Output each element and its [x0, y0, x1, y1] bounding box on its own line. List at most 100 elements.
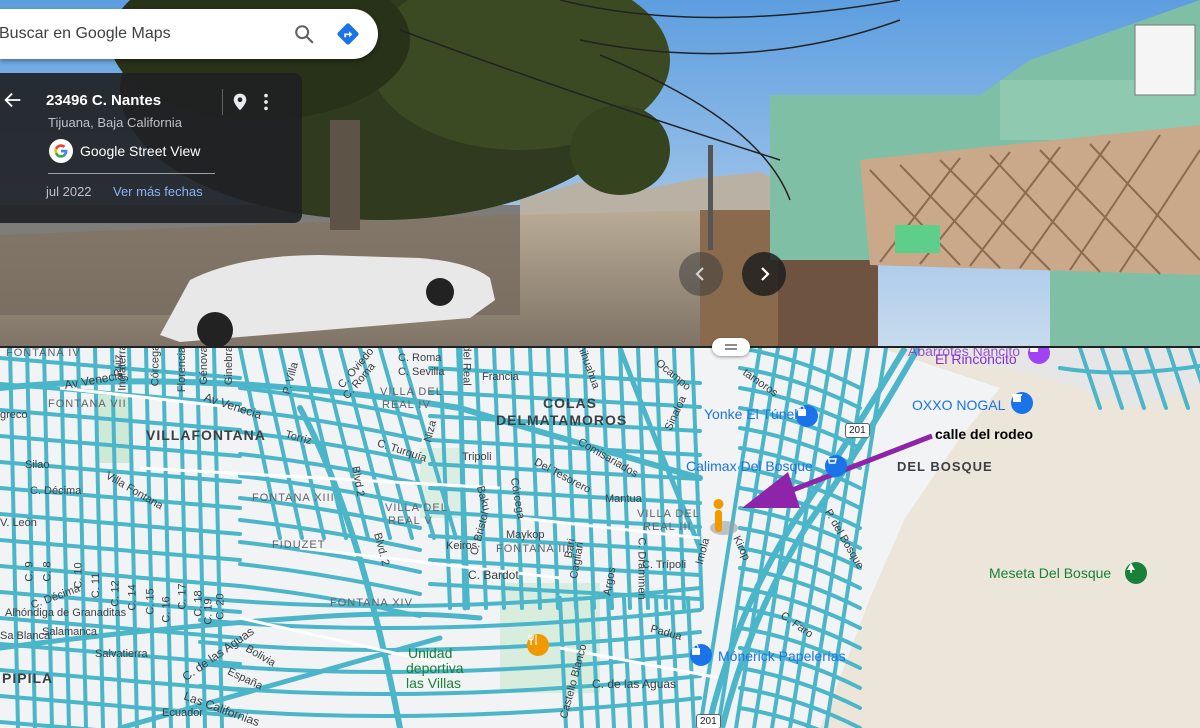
street-view-source: Google Street View [80, 143, 201, 159]
poi-label-monerick[interactable]: Mónerick Papelerías [718, 649, 846, 663]
tree-icon[interactable] [1125, 562, 1147, 584]
area-label: DEL BOSQUE [897, 459, 993, 474]
street-view-panorama[interactable]: 23496 C. Nantes Tijuana, Baja California… [0, 0, 1200, 346]
road-label: Génova [197, 348, 210, 385]
road-label: C. 16 [160, 596, 173, 623]
road-label: Salvatierra [95, 648, 148, 660]
road-label: C. 10 [72, 562, 85, 589]
area-label: FONTANA XIII [252, 492, 335, 504]
back-button[interactable] [2, 89, 24, 116]
street-segment [198, 696, 702, 718]
search-button[interactable] [282, 12, 326, 56]
road-label: C. Bardot [468, 568, 519, 582]
street-segment [670, 596, 680, 728]
road-label: C. Trípoli [642, 559, 687, 571]
area-label: DELMATAMOROS [496, 412, 628, 428]
road-label: Ecuador [162, 707, 203, 719]
area-label: VILLA DEL [385, 502, 448, 514]
more-vert-icon [264, 93, 268, 111]
poi-label-rinconcito[interactable]: El Rinconcito [935, 352, 1017, 366]
store-icon[interactable] [1011, 392, 1033, 414]
road-label: Córcega [149, 348, 162, 387]
area-label: FONTANA III [496, 543, 571, 555]
arrow-back-icon [4, 92, 21, 108]
road-label: C. 14 [126, 584, 139, 611]
road-label: C. de las Aguas [592, 677, 677, 691]
area-label: COLAS [543, 395, 597, 411]
road-label: C. 19 [202, 598, 215, 625]
road-label: C. Décima [30, 485, 82, 497]
poi-label-calimax[interactable]: Calimax Del Bosque [686, 459, 813, 473]
chevron-left-icon [695, 267, 704, 281]
divider-line [48, 173, 215, 174]
street-segment [654, 596, 664, 728]
road-label: C. Sevilla [398, 366, 445, 378]
area-label: FIDUZET [272, 539, 326, 551]
road-label: C. Drammen [635, 537, 648, 600]
area-label: FONTANA VII [48, 398, 127, 410]
road-label: C. 15 [144, 588, 157, 615]
road-label: C. 20 [214, 593, 227, 620]
road-label: Maykop [506, 529, 545, 541]
road-label: Ruiz [112, 354, 125, 377]
road-label: C. 11 [90, 572, 103, 599]
poi-label-meseta[interactable]: Meseta Del Bosque [989, 565, 1111, 581]
road-label: V. León [0, 517, 37, 529]
road-label: C. Roma [398, 352, 442, 364]
area-label: PIPILA [2, 670, 54, 686]
road-label: del Real [460, 348, 473, 386]
more-options-button[interactable] [258, 91, 274, 118]
search-input[interactable] [0, 25, 282, 43]
road-label: Florencia [176, 348, 189, 393]
divider [222, 89, 223, 115]
road-label: C. 12 [109, 580, 122, 607]
search-icon [295, 25, 314, 44]
road-label: Salamanca [42, 626, 98, 638]
street-segment [528, 348, 542, 610]
next-view-button[interactable] [742, 252, 786, 296]
google-logo-icon [49, 139, 73, 163]
road-label: Silao [25, 459, 50, 471]
cart-icon[interactable] [825, 455, 847, 477]
area-label: FONTANA XIV [330, 597, 413, 609]
street-segment [457, 348, 468, 611]
area-label: REAL III [643, 521, 692, 533]
drag-handle-icon [725, 344, 737, 350]
road-label: Tripoli [462, 451, 492, 463]
road-label: Francia [482, 371, 519, 383]
highway-shield: 201 [696, 714, 721, 728]
area-label: VILLA DEL [637, 508, 700, 520]
previous-view-button[interactable] [679, 252, 723, 296]
shopping-bag-icon[interactable] [796, 405, 818, 427]
capture-date: jul 2022 [46, 184, 92, 199]
road-label: Ginebra [223, 348, 236, 386]
street-segment [144, 348, 156, 728]
road-label: C. 17 [176, 583, 189, 610]
road-label: Alhóndiga de Granaditas [5, 607, 127, 619]
road-label: Mantua [605, 493, 642, 505]
poi-label-oxxo[interactable]: OXXO NOGAL [912, 398, 1005, 412]
see-more-dates-link[interactable]: Ver más fechas [113, 184, 203, 199]
location-pin-icon [233, 93, 247, 111]
road-label: C. 8 [41, 561, 54, 582]
chevron-right-icon [761, 267, 770, 281]
shopping-bag-icon[interactable] [690, 644, 712, 666]
map-view[interactable]: VILLAFONTANA COLAS DELMATAMOROS DEL BOSQ… [0, 348, 1200, 728]
poi-label-yonke[interactable]: Yonke El Túnel [704, 407, 797, 421]
search-box [0, 9, 378, 59]
street-segment [0, 538, 242, 562]
poi-label-unidad[interactable]: las Villas [406, 675, 461, 691]
address-title: 23496 C. Nantes [46, 92, 162, 109]
address-subtitle: Tijuana, Baja California [48, 115, 182, 130]
directions-icon [337, 23, 359, 45]
restaurant-icon[interactable] [527, 634, 549, 656]
road-label: Sa Blanca [0, 630, 51, 642]
resize-handle[interactable] [712, 338, 750, 356]
street-segment [238, 348, 282, 540]
area-label: FONTANA IV [6, 348, 81, 359]
street-segment [127, 348, 139, 728]
annotation-calle-del-rodeo: calle del rodeo [935, 426, 1034, 442]
directions-button[interactable] [326, 12, 370, 56]
location-pin-button[interactable] [230, 91, 250, 118]
area-label: REAL V [388, 515, 433, 527]
